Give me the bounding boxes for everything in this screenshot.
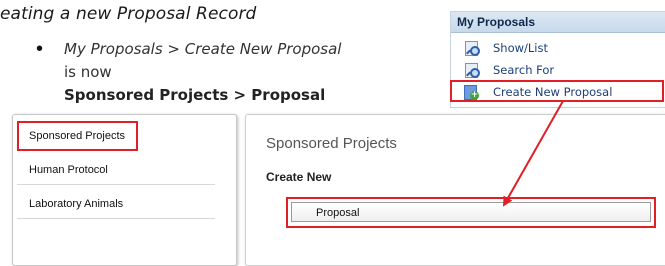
callout-arrow — [503, 100, 564, 207]
